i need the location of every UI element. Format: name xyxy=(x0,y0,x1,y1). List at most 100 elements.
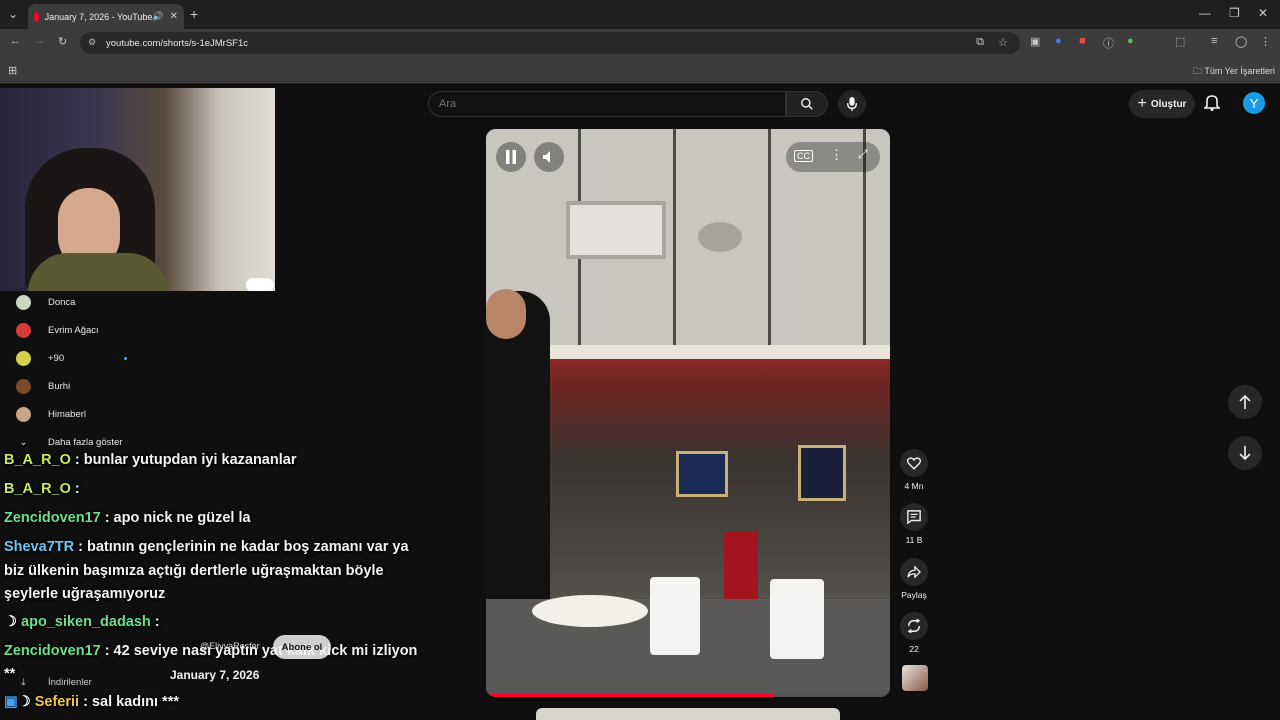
browser-tab[interactable]: January 7, 2026 - YouTube 🔊 ✕ xyxy=(28,4,184,29)
window-close-icon[interactable]: ✕ xyxy=(1258,6,1268,20)
previous-short-button[interactable] xyxy=(1228,385,1262,419)
notifications-button[interactable] xyxy=(1203,93,1221,116)
bookmarks-bar: ⊞ 🗀 Tüm Yer İşaretleri xyxy=(0,57,1280,84)
sidebar-item-label: İndirilenler xyxy=(48,676,92,688)
mute-button[interactable] xyxy=(534,142,564,172)
extension-blue-icon[interactable]: ● xyxy=(1055,35,1062,47)
search-button[interactable] xyxy=(786,91,828,117)
framed-jersey-right xyxy=(798,445,846,501)
extension-red-icon[interactable]: ■ xyxy=(1079,35,1086,47)
media-control-icon[interactable]: ≡ xyxy=(1211,35,1217,47)
sidebar-show-more[interactable]: ⌄ Daha fazla göster xyxy=(16,432,123,452)
chat-message: Sheva7TR: batının gençlerinin ne kadar b… xyxy=(4,539,409,555)
pause-button[interactable] xyxy=(496,142,526,172)
next-short-preview[interactable] xyxy=(536,708,840,720)
apps-grid-icon[interactable]: ⊞ xyxy=(8,64,17,77)
profile-icon[interactable]: ◯ xyxy=(1235,35,1247,48)
audio-track-thumbnail[interactable] xyxy=(902,665,928,691)
create-button[interactable]: + Oluştur xyxy=(1129,90,1195,118)
reload-icon[interactable]: ↻ xyxy=(58,35,67,48)
sidebar-item-plus90[interactable]: +90 xyxy=(16,348,128,368)
youtube-favicon-icon xyxy=(34,11,39,22)
person-face xyxy=(486,289,526,339)
folder-icon: 🗀 xyxy=(1193,66,1205,76)
browser-nav-bar: ← → ↻ ⚙ youtube.com/shorts/s-1eJMrSF1c ⧉… xyxy=(0,29,1280,57)
chat-text: : xyxy=(74,481,80,497)
search-icon xyxy=(801,98,813,110)
chat-message: Zencidoven17: apo nick ne güzel la xyxy=(4,510,251,526)
video-progress-bar[interactable] xyxy=(486,694,890,697)
install-app-icon[interactable]: ⧉ xyxy=(976,36,984,49)
tab-title: January 7, 2026 - YouTube xyxy=(44,11,153,22)
sidebar-item-label: +90 xyxy=(48,352,65,364)
extension-info-icon[interactable]: ⓘ xyxy=(1103,35,1114,51)
browser-menu-icon[interactable]: ⋮ xyxy=(1260,35,1271,48)
chat-message-continued: şeylerle uğraşamıyoruz xyxy=(4,586,165,602)
share-button[interactable]: Paylaş xyxy=(900,558,928,600)
forward-icon[interactable]: → xyxy=(34,35,45,47)
white-cup-right xyxy=(770,579,824,659)
channel-avatar-icon xyxy=(16,350,31,366)
extensions-puzzle-icon[interactable]: ⬚ xyxy=(1175,35,1185,48)
bookmark-star-icon[interactable]: ☆ xyxy=(998,36,1008,49)
sidebar-item-downloads[interactable]: ⤓ İndirilenler xyxy=(16,672,92,692)
next-short-button[interactable] xyxy=(1228,436,1262,470)
air-vent xyxy=(566,201,666,259)
chat-text: : 42 seviye nası yaptın yat kalk kick mi… xyxy=(104,643,418,659)
download-icon: ⤓ xyxy=(21,676,26,688)
chat-message: B_A_R_O: bunlar yutupdan iyi kazananlar xyxy=(4,452,296,468)
volume-icon xyxy=(543,151,550,163)
address-bar[interactable]: ⚙ youtube.com/shorts/s-1eJMrSF1c ⧉ ☆ xyxy=(80,32,1020,54)
search-input[interactable] xyxy=(428,91,786,117)
sidebar-item-himaberl[interactable]: Himaberl xyxy=(16,404,86,424)
channel-avatar-icon xyxy=(16,406,31,422)
chat-message: ▣☽ Seferii: sal kadını *** xyxy=(4,694,179,710)
remix-button[interactable]: 22 xyxy=(900,612,928,654)
captions-icon[interactable]: CC xyxy=(794,150,813,162)
more-options-icon[interactable]: ⋮ xyxy=(830,147,843,163)
shorts-video-player[interactable]: CC ⋮ ⤢ xyxy=(486,129,890,697)
channel-avatar-icon xyxy=(16,378,31,394)
channel-avatar-icon xyxy=(16,322,31,338)
sidebar-item-evrim-agaci[interactable]: Evrim Ağacı xyxy=(16,320,99,340)
chat-message-continued: biz ülkenin başımıza açtığı dertlerle uğ… xyxy=(4,563,384,579)
comment-icon xyxy=(907,510,921,524)
extension-icon[interactable]: ▣ xyxy=(1030,35,1040,48)
chevron-down-icon: ⌄ xyxy=(19,436,28,448)
new-tab-icon[interactable]: + xyxy=(190,6,198,22)
remix-count: 22 xyxy=(909,644,919,654)
short-channel-handle[interactable]: @EliyyaRosfer xyxy=(200,641,260,651)
account-avatar[interactable]: Y xyxy=(1243,92,1265,114)
back-icon[interactable]: ← xyxy=(10,35,21,47)
voice-search-button[interactable] xyxy=(838,90,866,118)
chat-username: Seferii xyxy=(34,694,80,710)
moon-badge-icon: ☽ xyxy=(17,694,35,710)
subscribe-button[interactable]: Abone ol xyxy=(273,635,331,659)
all-bookmarks-link[interactable]: 🗀 Tüm Yer İşaretleri xyxy=(1193,64,1275,80)
extension-green-icon[interactable]: ● xyxy=(1127,35,1134,47)
sidebar-item-donca[interactable]: Donca xyxy=(16,292,75,312)
create-label: Oluştur xyxy=(1150,98,1187,110)
sidebar-item-label: Donca xyxy=(48,296,76,308)
microphone-icon xyxy=(846,97,858,111)
white-cup-left xyxy=(650,577,700,655)
short-title[interactable]: January 7, 2026 xyxy=(170,668,259,682)
fullscreen-icon[interactable]: ⤢ xyxy=(858,147,868,162)
chat-username: B_A_R_O xyxy=(4,481,71,497)
chat-username: Zencidoven17 xyxy=(4,643,101,659)
arrow-up-icon xyxy=(1239,395,1251,409)
streamer-webcam xyxy=(0,88,275,291)
comment-count: 11 B xyxy=(905,535,923,545)
close-tab-icon[interactable]: ✕ xyxy=(170,11,178,22)
comments-button[interactable]: 11 B xyxy=(900,503,928,545)
sidebar-item-burhi[interactable]: Burhi xyxy=(16,376,70,396)
like-button[interactable]: 4 Mn xyxy=(900,449,928,491)
site-info-icon[interactable]: ⚙ xyxy=(88,37,96,48)
tab-search-icon[interactable]: ⌄ xyxy=(8,7,18,21)
webcam-light xyxy=(246,278,274,291)
restore-icon[interactable]: ❐ xyxy=(1229,6,1240,20)
chat-text: : batının gençlerinin ne kadar boş zaman… xyxy=(78,539,409,555)
minimize-icon[interactable]: — xyxy=(1199,6,1211,20)
audio-playing-icon[interactable]: 🔊 xyxy=(152,11,163,22)
chat-username: Sheva7TR xyxy=(4,539,75,555)
